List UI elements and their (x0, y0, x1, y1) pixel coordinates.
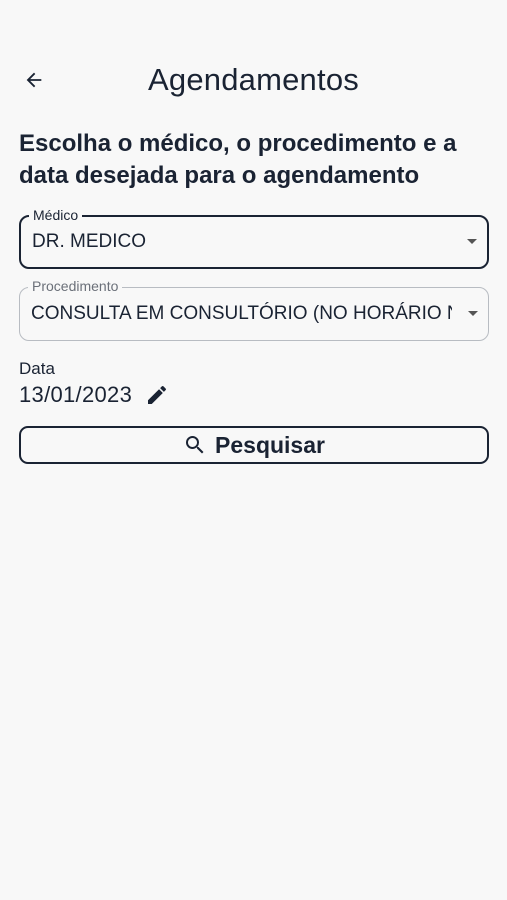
search-button[interactable]: Pesquisar (19, 426, 489, 464)
page-title: Agendamentos (148, 62, 359, 97)
medico-value: DR. MEDICO (32, 231, 146, 252)
date-row: 13/01/2023 (19, 380, 170, 410)
search-icon (183, 433, 207, 457)
search-button-label: Pesquisar (215, 431, 325, 458)
chevron-down-icon (467, 239, 477, 244)
instruction-text: Escolha o médico, o procedimento e a dat… (19, 130, 457, 189)
date-label: Data (19, 359, 55, 378)
app-bar: Agendamentos (0, 50, 507, 110)
procedimento-value: CONSULTA EM CONSULTÓRIO (NO HORÁRIO NORM… (31, 303, 452, 324)
date-value[interactable]: 13/01/2023 (19, 382, 132, 408)
chevron-down-icon (468, 311, 478, 316)
medico-select[interactable]: Médico DR. MEDICO (19, 207, 489, 269)
pencil-icon[interactable] (144, 382, 170, 408)
procedimento-select[interactable]: Procedimento CONSULTA EM CONSULTÓRIO (NO… (19, 278, 489, 341)
